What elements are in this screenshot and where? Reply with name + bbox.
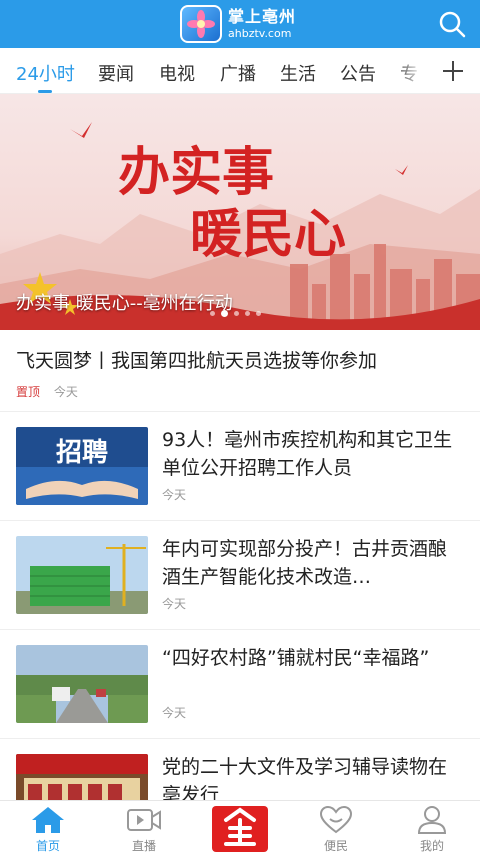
- nav-live[interactable]: 直播: [96, 801, 192, 853]
- user-icon: [414, 805, 450, 835]
- nav-live-label: 直播: [131, 839, 156, 853]
- logo-flower-icon: [180, 5, 222, 43]
- carousel-dots: [210, 310, 261, 317]
- tabs-fade: [396, 48, 430, 93]
- tab-radio[interactable]: 广播: [220, 60, 256, 86]
- center-logo-icon[interactable]: [212, 806, 268, 852]
- tab-notice[interactable]: 公告: [340, 60, 376, 86]
- news-thumbnail: [16, 645, 148, 723]
- nav-mine-label: 我的: [419, 839, 444, 853]
- news-item[interactable]: “四好农村路”铺就村民“幸福路” 今天: [0, 630, 480, 739]
- active-tab-indicator: [38, 90, 52, 93]
- banner-title: 办实事 暖民心--亳州在行动: [16, 293, 233, 314]
- tab-life[interactable]: 生活: [280, 60, 316, 86]
- app-url: ahbztv.com: [228, 27, 292, 40]
- news-title: 年内可实现部分投产！古井贡酒酿酒生产智能化技术改造…: [162, 538, 448, 588]
- pinned-news-time: 今天: [53, 385, 78, 399]
- news-item[interactable]: 年内可实现部分投产！古井贡酒酿酒生产智能化技术改造… 今天: [0, 521, 480, 630]
- nav-mine[interactable]: 我的: [384, 801, 480, 853]
- tab-news[interactable]: 要闻: [98, 60, 134, 86]
- app-logo: 掌上亳州 ahbztv.com: [180, 4, 296, 44]
- banner-art-line2: 暖民心: [190, 204, 346, 265]
- heart-icon: [318, 805, 354, 835]
- carousel-dot[interactable]: [245, 311, 250, 316]
- pinned-news-meta: 置顶 今天: [16, 383, 78, 400]
- nav-service-label: 便民: [323, 839, 348, 853]
- news-time: 今天: [162, 488, 187, 502]
- home-icon: [30, 805, 66, 835]
- tab-tv[interactable]: 电视: [159, 60, 195, 86]
- app-root: 掌上亳州 ahbztv.com 24小时 要闻 电视 广播 生活 公告 专: [0, 0, 480, 853]
- carousel-dot-active[interactable]: [221, 310, 228, 317]
- news-thumbnail: [16, 536, 148, 614]
- pinned-news-item[interactable]: 飞天圆梦丨我国第四批航天员选拔等你参加 置顶 今天: [0, 330, 480, 412]
- live-video-icon: [126, 805, 162, 835]
- pinned-badge: 置顶: [16, 385, 41, 399]
- nav-service[interactable]: 便民: [288, 801, 384, 853]
- nav-home-label: 首页: [35, 839, 60, 853]
- category-tabs: 24小时 要闻 电视 广播 生活 公告 专: [0, 48, 480, 94]
- app-header: 掌上亳州 ahbztv.com: [0, 0, 480, 48]
- banner-carousel[interactable]: 办实事 暖民心 办实事 暖民心--亳州在行动: [0, 94, 480, 330]
- news-title: “四好农村路”铺就村民“幸福路”: [162, 647, 430, 669]
- nav-home[interactable]: 首页: [0, 801, 96, 853]
- plus-icon[interactable]: [436, 54, 470, 88]
- carousel-dot[interactable]: [256, 311, 261, 316]
- pinned-news-title: 飞天圆梦丨我国第四批航天员选拔等你参加: [16, 350, 378, 372]
- search-icon[interactable]: [438, 10, 466, 38]
- carousel-dot[interactable]: [234, 311, 239, 316]
- banner-art-line1: 办实事: [118, 142, 274, 203]
- carousel-dot[interactable]: [210, 311, 215, 316]
- news-time: 今天: [162, 597, 187, 611]
- news-item[interactable]: 招聘 93人！亳州市疾控机构和其它卫生单位公开招聘工作人员 今天: [0, 412, 480, 521]
- app-name: 掌上亳州: [228, 7, 297, 26]
- tab-24h[interactable]: 24小时: [16, 60, 75, 86]
- news-thumbnail: 招聘: [16, 427, 148, 505]
- news-title: 93人！亳州市疾控机构和其它卫生单位公开招聘工作人员: [162, 429, 453, 479]
- news-time: 今天: [162, 706, 187, 720]
- thumb-recruit-text: 招聘: [56, 438, 108, 468]
